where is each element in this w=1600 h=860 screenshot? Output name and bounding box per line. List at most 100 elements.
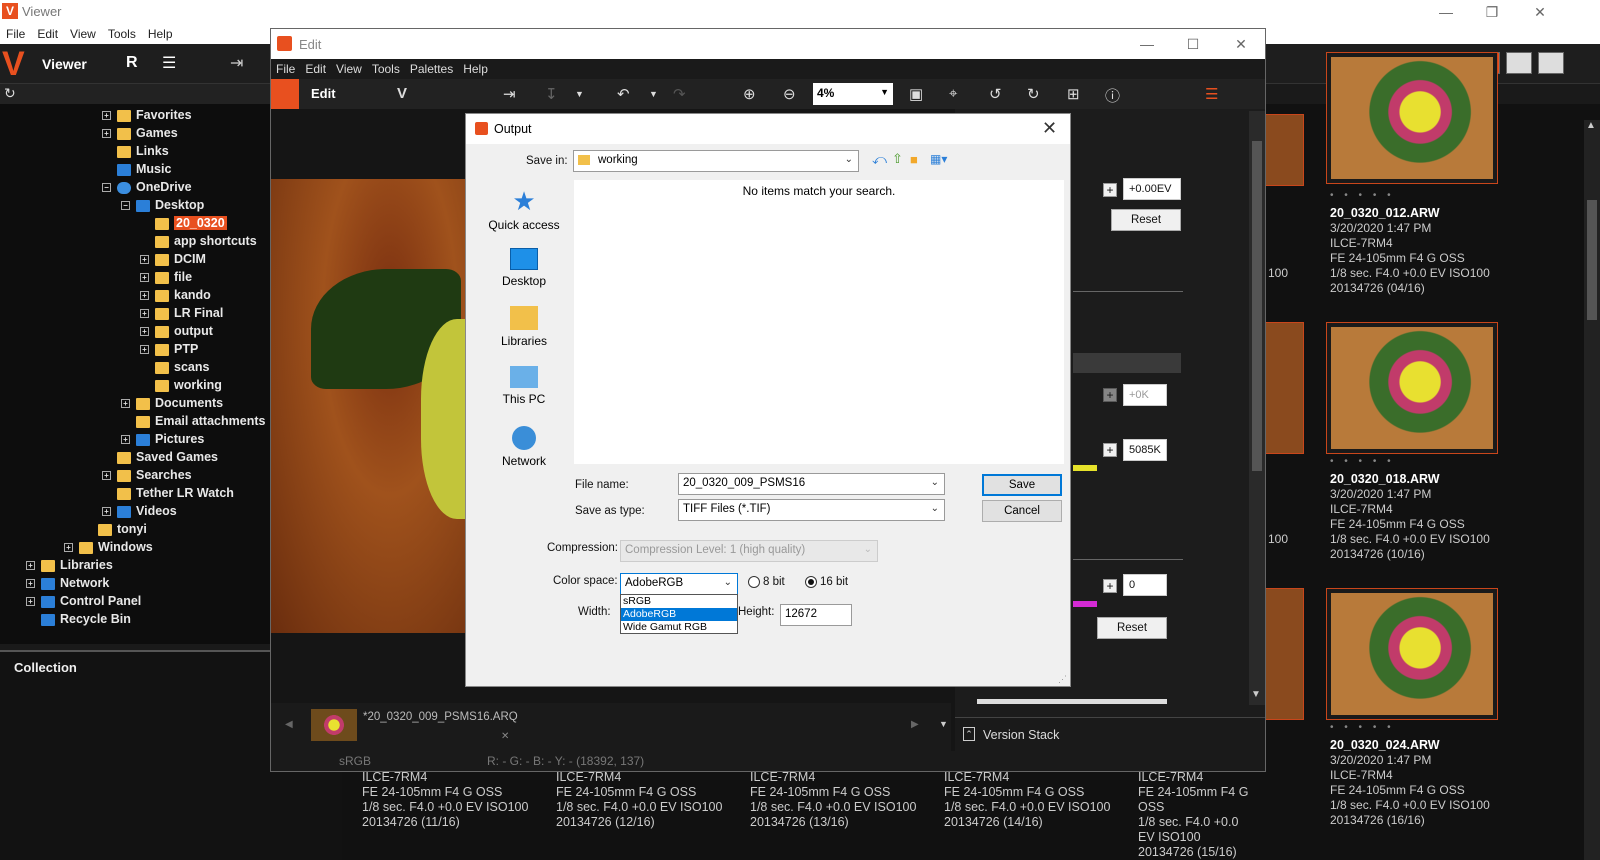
refresh-icon[interactable]: ↻ [4,85,16,102]
height-input[interactable]: 12672 [780,604,852,626]
rotate-left-icon[interactable]: ↺ [989,85,1002,103]
preset-combo[interactable] [1073,353,1181,373]
edit-menu-edit[interactable]: Edit [300,59,331,76]
tree-item[interactable]: + Documents [121,394,223,412]
thumbnail-018[interactable] [1326,322,1498,454]
palette-scroll-thumb[interactable] [1252,141,1262,471]
zoom-out-icon[interactable]: ⊖ [783,85,796,103]
version-stack-panel[interactable]: ⌃ Version Stack [955,717,1265,751]
expand-icon[interactable]: + [102,471,111,481]
scroll-down-icon[interactable]: ▼ [1251,689,1261,700]
list-mode-icon[interactable]: ☰ [162,53,176,73]
palette-handle[interactable] [977,699,1167,704]
info-icon[interactable]: ⓘ [1105,85,1120,106]
filmstrip-view-icon[interactable] [1506,52,1532,74]
tree-item[interactable]: − Desktop [121,196,204,214]
expand-icon[interactable]: + [26,561,35,571]
crop-icon[interactable]: ⊞ [1067,85,1080,103]
color-space-option-adobergb[interactable]: AdobeRGB [621,608,737,621]
collapse-icon[interactable]: ⌃ [963,727,975,741]
zoom-combo[interactable]: 4% ▼ [813,83,893,105]
tree-item[interactable]: − OneDrive [102,178,192,196]
thumbnail-012[interactable] [1326,52,1498,184]
tree-item[interactable]: Tether LR Watch [102,484,234,502]
redo-icon[interactable]: ↷ [673,85,686,103]
edit-minimize-icon[interactable]: — [1127,34,1167,54]
ev-value-field[interactable]: +0.00EV [1123,178,1181,200]
tree-item[interactable]: working [140,376,222,394]
expand-icon[interactable]: + [26,597,35,607]
color-space-select[interactable]: AdobeRGB ⌄ [620,573,738,595]
tree-item[interactable]: + Windows [64,538,153,556]
resize-grip-icon[interactable]: ⋰ [1058,674,1067,685]
film-thumbnail[interactable] [311,709,357,741]
tree-item[interactable]: + Network [26,574,109,592]
bottom-thumb-info[interactable]: ILCE-7RM4 FE 24-105mm F4 G OSS 1/8 sec. F4… [556,770,722,830]
value-field[interactable]: 0 [1123,574,1167,596]
viewer-switch-icon[interactable]: V [397,85,407,102]
cancel-button[interactable]: Cancel [982,500,1062,522]
export-icon[interactable]: ⇥ [230,53,243,73]
menu-tools[interactable]: Tools [102,24,142,41]
film-close-icon[interactable]: ✕ [501,731,509,742]
rotate-right-icon[interactable]: ↻ [1027,85,1040,103]
menu-edit[interactable]: Edit [31,24,64,41]
tint-slider-track[interactable] [1073,601,1097,607]
tree-item[interactable]: tonyi [83,520,147,538]
edit-menu-tools[interactable]: Tools [367,59,405,76]
tree-item[interactable]: + LR Final [140,304,223,322]
expand-icon[interactable]: + [140,345,149,355]
scroll-thumb[interactable] [1587,200,1597,320]
new-folder-icon[interactable]: ■ [910,152,918,167]
tree-item[interactable]: Music [102,160,171,178]
bottom-thumb-info[interactable]: ILCE-7RM4 FE 24-105mm F4 G OSS 1/8 sec. F4… [362,770,528,830]
expand-icon[interactable]: + [140,255,149,265]
output-icon[interactable]: ⇥ [503,85,516,103]
tree-item[interactable]: + PTP [140,340,198,358]
edit-close-icon[interactable]: ✕ [1221,34,1261,54]
dialog-close-icon[interactable]: ✕ [1042,118,1057,139]
temp-value-field[interactable]: 5085K [1123,439,1167,461]
fit-icon[interactable]: ▣ [909,85,923,103]
temp-slider-track[interactable] [1073,465,1097,471]
split-view-icon[interactable] [1538,52,1564,74]
thumbnail-scrollbar[interactable]: ▲ [1584,120,1600,860]
value-plus-button[interactable]: + [1103,579,1117,593]
place-quick-access[interactable]: ★ Quick access [474,188,574,232]
tree-item[interactable]: + Pictures [121,430,204,448]
collapse-icon[interactable]: − [102,183,111,193]
save-as-type-select[interactable]: TIFF Files (*.TIF) ⌄ [678,499,945,521]
tree-item[interactable]: + Searches [102,466,192,484]
save-button[interactable]: Save [982,474,1062,496]
expand-icon[interactable]: + [121,435,130,445]
edit-menu-file[interactable]: File [271,59,300,76]
adjust-sliders-icon[interactable]: ☰ [1205,85,1218,103]
tree-item[interactable]: + Videos [102,502,177,520]
collapse-icon[interactable]: − [121,201,130,211]
view-menu-icon[interactable]: ▦▾ [930,152,947,166]
color-space-option-wide-gamut[interactable]: Wide Gamut RGB [621,621,737,634]
expand-icon[interactable]: + [140,309,149,319]
file-list[interactable]: No items match your search. [574,180,1064,464]
place-desktop[interactable]: Desktop [474,248,574,288]
thumbnail-024[interactable] [1326,588,1498,720]
menu-view[interactable]: View [64,24,102,41]
tree-item[interactable]: + output [140,322,213,340]
tree-item[interactable]: + kando [140,286,211,304]
tree-item[interactable]: + Control Panel [26,592,141,610]
close-icon[interactable]: ✕ [1520,2,1560,22]
file-name-input[interactable]: 20_0320_009_PSMS16 ⌄ [678,473,945,495]
rating-dots[interactable]: • • • • • [1330,190,1395,201]
k-plus-button[interactable]: + [1103,388,1117,402]
rating-dots[interactable]: • • • • • [1330,456,1395,467]
film-menu-icon[interactable]: ▼ [939,719,948,729]
tree-item[interactable]: 20_0320 [140,214,227,232]
expand-icon[interactable]: + [140,291,149,301]
expand-icon[interactable]: + [140,327,149,337]
tree-item[interactable]: + Games [102,124,178,142]
tree-item[interactable]: Links [102,142,169,160]
palette-scrollbar[interactable]: ▼ [1249,111,1265,705]
menu-file[interactable]: File [0,24,31,41]
edit-preview-image[interactable] [271,179,511,633]
restore-icon[interactable]: ❐ [1472,2,1512,22]
